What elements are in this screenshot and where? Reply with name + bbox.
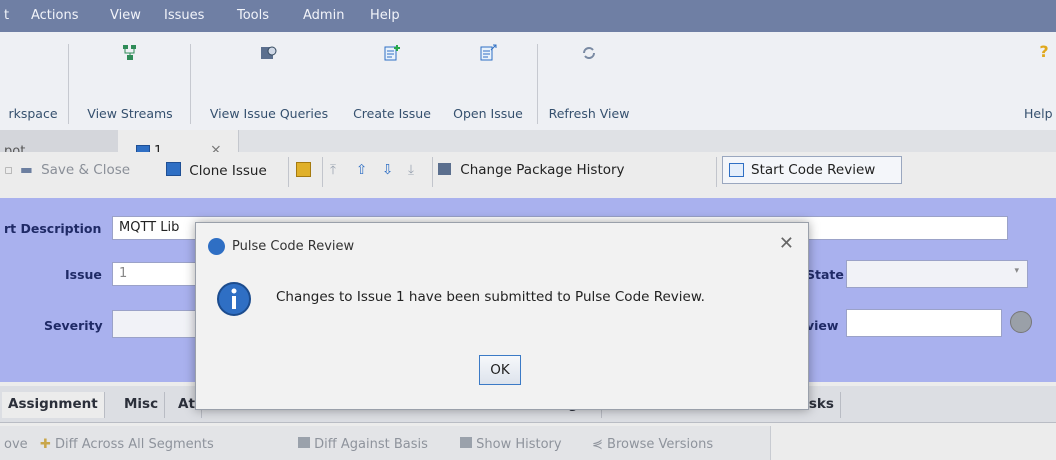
- start-code-review-button[interactable]: Start Code Review: [722, 156, 902, 184]
- browse-versions-button[interactable]: ⋞ Browse Versions: [592, 437, 713, 452]
- open-issue-icon: [480, 44, 497, 61]
- save-close-button[interactable]: ▬ Save & Close: [20, 162, 130, 178]
- state-label: State: [806, 267, 844, 282]
- history-icon: [438, 163, 451, 175]
- refresh-view-button[interactable]: Refresh View: [544, 44, 634, 126]
- close-icon[interactable]: ✕: [779, 233, 794, 254]
- diff-segments-icon: ✚: [40, 437, 51, 452]
- help-icon: ?: [1039, 42, 1049, 61]
- diff-across-segments-button[interactable]: ✚ Diff Across All Segments: [40, 437, 214, 452]
- view-issue-queries-button[interactable]: View Issue Queries: [198, 44, 340, 126]
- issue-queries-icon: [261, 46, 277, 59]
- chevron-down-icon: ▾: [1014, 266, 1019, 276]
- show-history-icon: [460, 437, 472, 448]
- show-history-button[interactable]: Show History: [460, 437, 562, 452]
- pulse-code-review-dialog: Pulse Code Review ✕ Changes to Issue 1 h…: [195, 222, 809, 410]
- open-issue-button[interactable]: Open Issue: [444, 44, 532, 126]
- move-down-icon[interactable]: ⇩: [382, 162, 393, 178]
- move-top-icon[interactable]: ⤒: [330, 162, 336, 178]
- toolbar-separator: [322, 157, 323, 187]
- save-partial-icon: ▫: [4, 162, 14, 178]
- dialog-message: Changes to Issue 1 have been submitted t…: [276, 289, 705, 305]
- code-review-icon: [729, 163, 744, 177]
- issue-label: Issue: [65, 267, 102, 282]
- change-package-history-button[interactable]: Change Package History: [438, 162, 625, 178]
- pulse-app-icon: [208, 238, 225, 255]
- refresh-icon: [583, 47, 595, 59]
- clone-issue-button[interactable]: Clone Issue: [166, 162, 267, 179]
- review-lookup-icon[interactable]: [1010, 311, 1032, 333]
- diff-basis-icon: [298, 437, 310, 448]
- severity-label: Severity: [44, 318, 103, 333]
- menu-file-partial[interactable]: t: [4, 8, 9, 23]
- browse-versions-icon: ⋞: [592, 437, 603, 452]
- create-issue-icon: [384, 45, 400, 61]
- save-icon[interactable]: [296, 162, 311, 181]
- state-select[interactable]: ▾: [846, 260, 1028, 288]
- toolbar-separator: [68, 44, 69, 124]
- short-description-label: rt Description: [4, 221, 102, 236]
- move-up-icon[interactable]: ⇧: [356, 162, 367, 178]
- toolbar-separator: [432, 157, 433, 187]
- menu-tools[interactable]: Tools: [237, 8, 269, 23]
- create-issue-button[interactable]: Create Issue: [344, 44, 440, 126]
- clone-icon: [166, 162, 181, 176]
- menu-actions[interactable]: Actions: [31, 8, 79, 23]
- tab-misc[interactable]: Misc: [118, 392, 166, 418]
- toolbar-separator: [716, 157, 717, 187]
- tab-assignment[interactable]: Assignment: [2, 392, 105, 418]
- toolbar-separator: [537, 44, 538, 124]
- help-button[interactable]: ? Help: [1024, 42, 1056, 126]
- review-field[interactable]: [846, 309, 1002, 337]
- move-button[interactable]: ove: [4, 437, 28, 452]
- severity-select[interactable]: [112, 310, 202, 338]
- save-close-icon: ▬: [20, 162, 33, 178]
- review-label: view: [806, 318, 839, 333]
- move-bottom-icon[interactable]: ⤓: [408, 162, 414, 178]
- workspace-icon: [0, 44, 13, 62]
- menu-admin[interactable]: Admin: [303, 8, 344, 23]
- dialog-title: Pulse Code Review: [232, 239, 355, 254]
- toolbar-separator: [190, 44, 191, 124]
- issue-number-field[interactable]: 1: [112, 262, 202, 286]
- menu-issues[interactable]: Issues: [164, 8, 204, 23]
- menubar: t Actions View Issues Tools Admin Help: [0, 0, 1056, 32]
- menu-help[interactable]: Help: [370, 8, 400, 23]
- streams-icon: [123, 45, 136, 60]
- menu-view[interactable]: View: [110, 8, 141, 23]
- workspace-button[interactable]: rkspace: [0, 44, 66, 126]
- ok-button[interactable]: OK: [479, 355, 521, 385]
- info-icon: [217, 282, 251, 316]
- diff-against-basis-button[interactable]: Diff Against Basis: [298, 437, 428, 452]
- toolbar-separator: [288, 157, 289, 187]
- view-streams-button[interactable]: View Streams: [76, 44, 184, 126]
